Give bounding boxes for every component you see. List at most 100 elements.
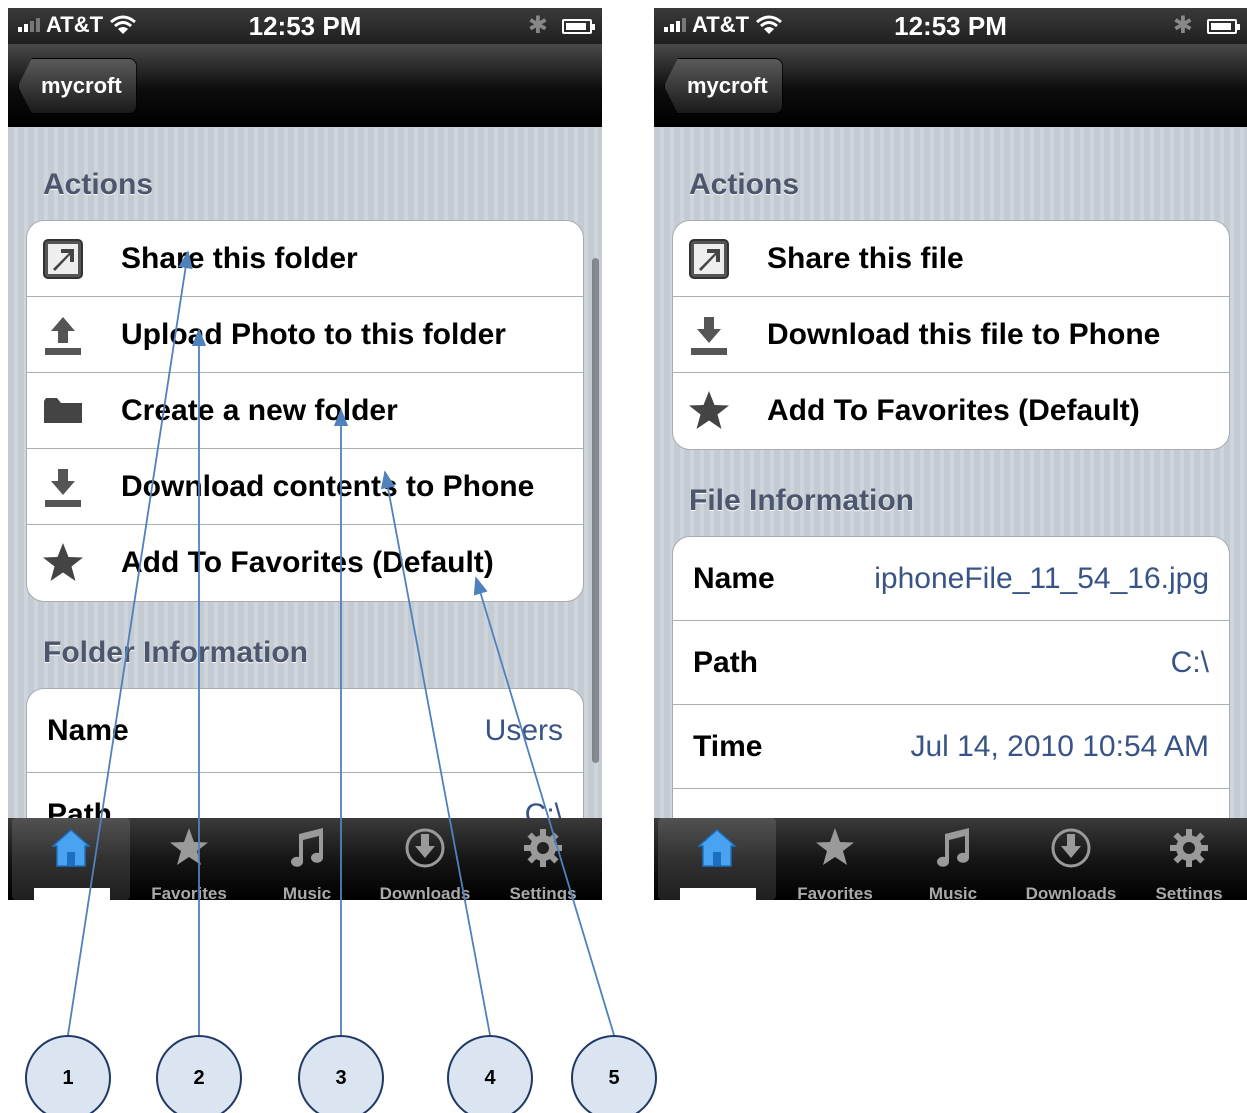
actions-group: Share this file Download this file to Ph… bbox=[672, 220, 1230, 450]
clock: 12:53 PM bbox=[248, 11, 362, 41]
name-row: Name Users bbox=[27, 689, 583, 773]
gear-icon bbox=[524, 829, 562, 867]
folder-screen: AT&T 12:53 PM ✱ mycroft Actions Share th… bbox=[8, 8, 602, 900]
info-key: Path bbox=[693, 646, 759, 679]
info-value: C:\ bbox=[1170, 646, 1209, 679]
callout-2: 2 bbox=[156, 1035, 242, 1113]
bluetooth-icon: ✱ bbox=[1172, 12, 1193, 39]
tab-label: Music bbox=[282, 884, 332, 900]
share-file-row[interactable]: Share this file bbox=[673, 221, 1229, 297]
download-contents-row[interactable]: Download contents to Phone bbox=[27, 449, 583, 525]
action-label: Add To Favorites (Default) bbox=[767, 394, 1140, 427]
file-info-group: Name iphoneFile_11_54_16.jpg Path C:\ Ti… bbox=[672, 536, 1230, 818]
tab-settings[interactable]: Settings bbox=[1130, 818, 1247, 900]
folder-info-group: Name Users Path C:\ bbox=[26, 688, 584, 818]
download-icon bbox=[45, 469, 81, 507]
action-label: Download this file to Phone bbox=[767, 318, 1161, 351]
callout-1: 1 bbox=[25, 1035, 111, 1113]
callout-3: 3 bbox=[298, 1035, 384, 1113]
redaction-block bbox=[34, 888, 110, 900]
star-icon bbox=[816, 828, 854, 865]
download-file-row[interactable]: Download this file to Phone bbox=[673, 297, 1229, 373]
share-icon bbox=[43, 239, 83, 279]
actions-section-header: Actions bbox=[689, 168, 800, 201]
music-icon bbox=[291, 828, 323, 867]
file-screen: AT&T 12:53 PM ✱ mycroft Actions Share th… bbox=[654, 8, 1247, 900]
gear-icon bbox=[1170, 829, 1208, 867]
upload-photo-row[interactable]: Upload Photo to this folder bbox=[27, 297, 583, 373]
download-circle-icon bbox=[405, 828, 445, 868]
folder-icon bbox=[44, 398, 82, 423]
share-icon bbox=[689, 239, 729, 279]
info-key: Time bbox=[693, 730, 763, 763]
callout-5: 5 bbox=[571, 1035, 657, 1113]
info-key: Name bbox=[47, 714, 129, 747]
info-value: Jul 14, 2010 10:54 AM bbox=[910, 730, 1209, 763]
info-value: C:\ bbox=[524, 798, 563, 818]
tab-music[interactable]: Music bbox=[894, 818, 1012, 900]
add-favorites-row[interactable]: Add To Favorites (Default) bbox=[27, 525, 583, 601]
tab-downloads[interactable]: Downloads bbox=[366, 818, 484, 900]
name-row: Name iphoneFile_11_54_16.jpg bbox=[673, 537, 1229, 621]
info-key: Path bbox=[47, 798, 113, 818]
path-row: Path C:\ bbox=[27, 773, 583, 818]
tab-label: Music bbox=[928, 884, 978, 900]
tab-bar: Favorites Music Downloads Settings bbox=[8, 818, 602, 900]
back-button[interactable]: mycroft bbox=[18, 58, 137, 114]
tab-favorites[interactable]: Favorites bbox=[776, 818, 894, 900]
folder-info-section-header: Folder Information bbox=[43, 636, 308, 669]
home-icon bbox=[51, 828, 91, 867]
star-icon bbox=[170, 828, 208, 865]
battery-icon bbox=[1207, 19, 1240, 34]
info-value: 105 KB bbox=[1111, 789, 1209, 818]
tab-settings[interactable]: Settings bbox=[484, 818, 602, 900]
battery-icon bbox=[562, 19, 595, 34]
callout-4: 4 bbox=[447, 1035, 533, 1113]
tab-label: Favorites bbox=[797, 884, 873, 900]
upload-icon bbox=[45, 317, 81, 355]
music-icon bbox=[937, 828, 969, 867]
tab-label: Downloads bbox=[1025, 884, 1117, 900]
tab-label: Settings bbox=[1155, 884, 1223, 900]
tab-home[interactable] bbox=[12, 818, 130, 900]
tab-music[interactable]: Music bbox=[248, 818, 366, 900]
download-icon bbox=[691, 317, 727, 355]
redaction-block bbox=[680, 888, 756, 900]
info-value: Users bbox=[484, 714, 563, 747]
path-row: Path C:\ bbox=[673, 621, 1229, 705]
size-row: Size 105 KB bbox=[673, 789, 1229, 818]
action-label: Download contents to Phone bbox=[121, 470, 535, 503]
download-circle-icon bbox=[1051, 828, 1091, 868]
create-folder-row[interactable]: Create a new folder bbox=[27, 373, 583, 449]
tab-downloads[interactable]: Downloads bbox=[1012, 818, 1130, 900]
content-area[interactable]: Actions Share this file Download this fi… bbox=[654, 128, 1247, 818]
tab-label: Settings bbox=[509, 884, 577, 900]
status-bar: AT&T 12:53 PM ✱ bbox=[8, 8, 602, 44]
tab-favorites[interactable]: Favorites bbox=[130, 818, 248, 900]
star-icon bbox=[689, 391, 729, 429]
action-label: Share this file bbox=[767, 242, 964, 275]
time-row: Time Jul 14, 2010 10:54 AM bbox=[673, 705, 1229, 789]
info-value: iphoneFile_11_54_16.jpg bbox=[874, 562, 1209, 595]
info-key: Size bbox=[693, 789, 753, 818]
back-button[interactable]: mycroft bbox=[664, 58, 783, 114]
share-folder-row[interactable]: Share this folder bbox=[27, 221, 583, 297]
tab-bar: Favorites Music Downloads Settings bbox=[654, 818, 1247, 900]
status-bar: AT&T 12:53 PM ✱ bbox=[654, 8, 1247, 44]
tab-label: Favorites bbox=[151, 884, 227, 900]
clock: 12:53 PM bbox=[894, 11, 1007, 41]
info-key: Name bbox=[693, 562, 775, 595]
action-label: Share this folder bbox=[121, 242, 358, 275]
add-favorites-row[interactable]: Add To Favorites (Default) bbox=[673, 373, 1229, 449]
bluetooth-icon: ✱ bbox=[527, 12, 548, 39]
home-icon bbox=[697, 828, 737, 867]
tab-home[interactable] bbox=[658, 818, 776, 900]
action-label: Create a new folder bbox=[121, 394, 398, 427]
actions-section-header: Actions bbox=[43, 168, 154, 201]
action-label: Upload Photo to this folder bbox=[121, 318, 506, 351]
scrollbar[interactable] bbox=[592, 258, 599, 763]
star-icon bbox=[43, 543, 83, 581]
file-info-section-header: File Information bbox=[689, 484, 914, 517]
content-area[interactable]: Actions Share this folder Upload Photo t… bbox=[8, 128, 602, 818]
action-label: Add To Favorites (Default) bbox=[121, 546, 494, 579]
